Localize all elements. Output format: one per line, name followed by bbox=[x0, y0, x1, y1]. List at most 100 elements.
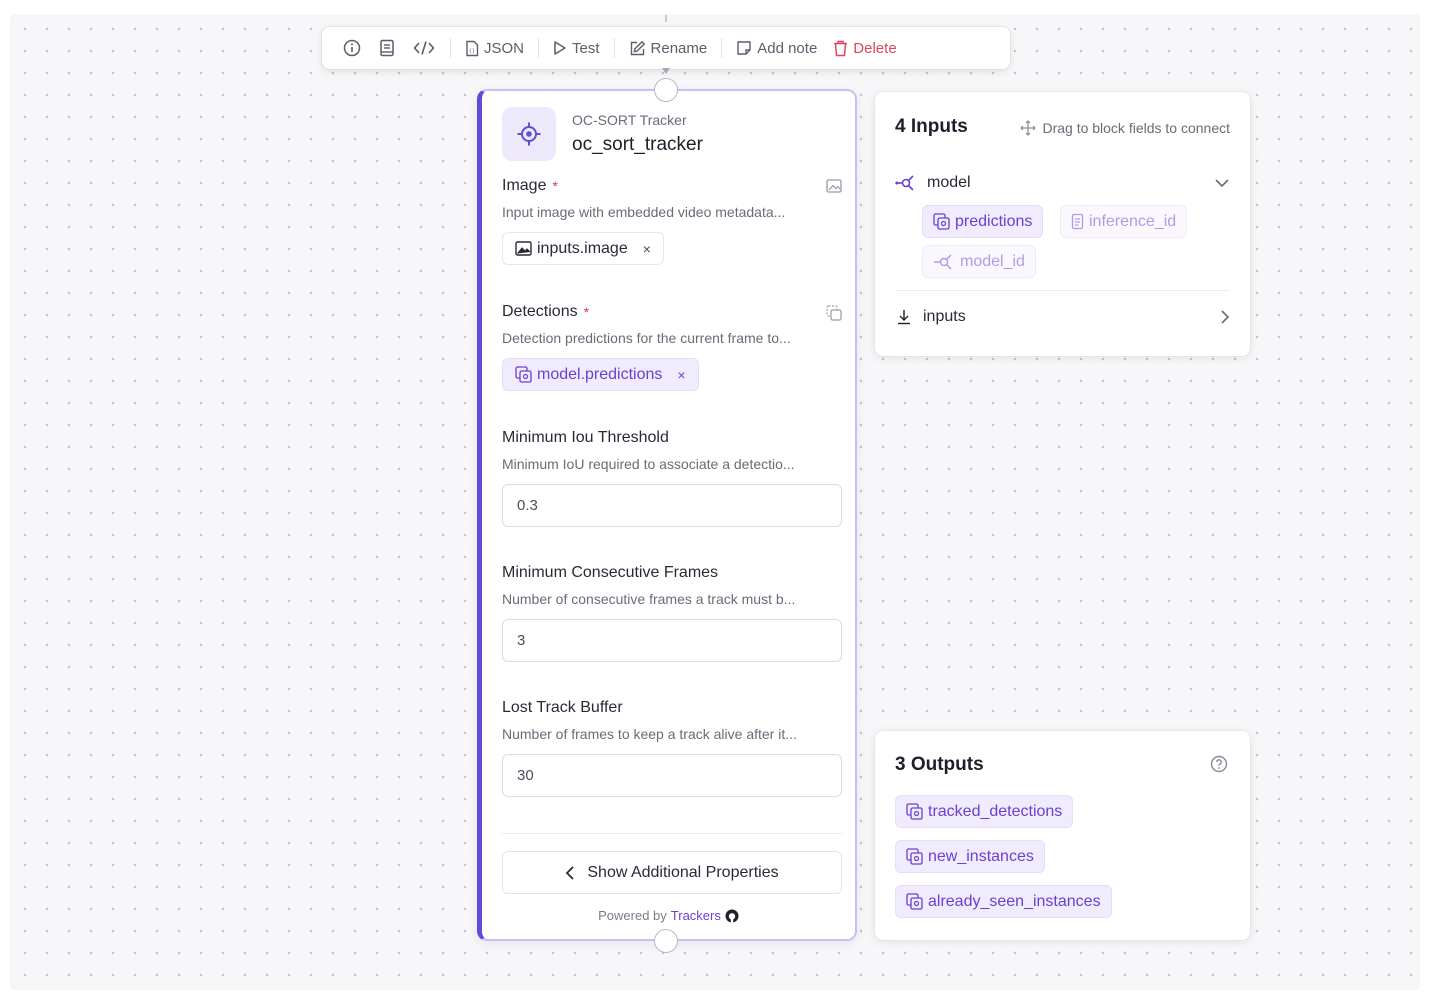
input-section-model[interactable]: model bbox=[895, 174, 1230, 192]
block-toolbar: {} JSON Test Rename Add note Delete bbox=[322, 27, 1010, 69]
output-label: new_instances bbox=[928, 847, 1034, 865]
node-name[interactable]: oc_sort_tracker bbox=[572, 134, 703, 156]
image-source-value: inputs.image bbox=[537, 239, 628, 257]
field-min-consecutive-frames: Minimum Consecutive Frames Number of con… bbox=[502, 564, 842, 662]
required-marker: * bbox=[552, 178, 558, 194]
chevron-left-icon bbox=[566, 865, 575, 880]
toolbar-divider bbox=[450, 38, 451, 58]
github-icon[interactable] bbox=[725, 909, 739, 923]
output-chip[interactable]: new_instances bbox=[895, 840, 1045, 873]
delete-button[interactable]: Delete bbox=[825, 36, 904, 61]
field-lost-track-buffer: Lost Track Buffer Number of frames to ke… bbox=[502, 699, 842, 797]
input-field-label: inference_id bbox=[1089, 212, 1177, 230]
outputs-panel-title: 3 Outputs bbox=[895, 754, 984, 775]
inputs-divider bbox=[895, 290, 1230, 291]
image-icon bbox=[515, 241, 532, 256]
detections-source-chip[interactable]: model.predictions × bbox=[502, 358, 699, 391]
input-field-label: predictions bbox=[955, 212, 1033, 230]
node-header: OC-SORT Tracker oc_sort_tracker bbox=[502, 107, 703, 161]
input-field-chip[interactable]: inference_id bbox=[1060, 205, 1188, 238]
toolbar-divider bbox=[721, 38, 723, 58]
json-button[interactable]: {} JSON bbox=[457, 36, 532, 61]
field-detections: Detections * Detection predictions for t… bbox=[502, 303, 842, 391]
field-image-label: Image bbox=[502, 177, 547, 194]
output-label: already_seen_instances bbox=[928, 892, 1101, 910]
test-button[interactable]: Test bbox=[545, 36, 608, 61]
node-type-label: OC-SORT Tracker bbox=[572, 112, 687, 128]
drag-hint: Drag to block fields to connect bbox=[1020, 120, 1230, 136]
help-icon[interactable] bbox=[1210, 755, 1228, 773]
required-marker: * bbox=[583, 304, 590, 320]
add-note-label: Add note bbox=[757, 39, 818, 57]
svg-text:{}: {} bbox=[469, 48, 475, 54]
powered-prefix: Powered by bbox=[598, 908, 667, 923]
field-min-iou-description: Minimum IoU required to associate a dete… bbox=[502, 456, 795, 472]
remove-image-source-button[interactable]: × bbox=[643, 241, 651, 257]
model-node-icon bbox=[934, 253, 952, 270]
field-lost-buffer-description: Number of frames to keep a track alive a… bbox=[502, 726, 797, 742]
field-lost-buffer-label: Lost Track Buffer bbox=[502, 699, 623, 716]
rename-label: Rename bbox=[650, 39, 708, 57]
model-node-icon bbox=[895, 175, 914, 191]
json-file-icon: {} bbox=[466, 40, 479, 56]
field-min-iou-threshold: Minimum Iou Threshold Minimum IoU requir… bbox=[502, 429, 842, 527]
download-icon bbox=[898, 310, 910, 325]
code-icon bbox=[413, 41, 435, 55]
toolbar-divider bbox=[538, 38, 540, 58]
code-button[interactable] bbox=[404, 35, 444, 61]
field-image-description: Input image with embedded video metadata… bbox=[502, 204, 786, 220]
node-output-handle[interactable] bbox=[654, 929, 678, 953]
detections-icon bbox=[933, 213, 950, 230]
input-field-chip[interactable]: model_id bbox=[922, 245, 1036, 278]
field-detections-description: Detection predictions for the current fr… bbox=[502, 330, 791, 346]
show-additional-properties-button[interactable]: Show Additional Properties bbox=[502, 851, 842, 894]
input-field-label: model_id bbox=[960, 252, 1025, 270]
inputs-panel-title: 4 Inputs bbox=[895, 116, 968, 137]
add-note-button[interactable]: Add note bbox=[728, 36, 825, 61]
docs-button[interactable] bbox=[370, 35, 404, 61]
detections-icon bbox=[906, 848, 923, 865]
rename-button[interactable]: Rename bbox=[621, 36, 716, 61]
edit-icon bbox=[630, 40, 645, 55]
input-section-inputs[interactable]: inputs bbox=[895, 308, 1230, 326]
chevron-down-icon[interactable] bbox=[1214, 178, 1230, 188]
field-image: Image * Input image with embedded video … bbox=[502, 177, 842, 265]
trackers-link[interactable]: Trackers bbox=[671, 908, 721, 923]
powered-by: Powered by Trackers bbox=[482, 908, 855, 923]
output-label: tracked_detections bbox=[928, 802, 1063, 820]
detections-icon bbox=[515, 366, 532, 383]
trash-icon bbox=[834, 40, 848, 56]
tracker-icon bbox=[502, 107, 556, 161]
outputs-panel: 3 Outputs tracked_detections new_instanc… bbox=[875, 731, 1250, 940]
input-section-inputs-label: inputs bbox=[923, 308, 966, 325]
image-source-chip[interactable]: inputs.image × bbox=[502, 232, 664, 265]
node-input-handle[interactable] bbox=[654, 78, 678, 102]
drag-hint-text: Drag to block fields to connect bbox=[1042, 120, 1230, 136]
info-icon bbox=[343, 39, 361, 57]
min-iou-input[interactable]: 0.3 bbox=[502, 484, 842, 527]
delete-label: Delete bbox=[853, 39, 897, 57]
play-icon bbox=[554, 41, 566, 55]
node-divider bbox=[502, 833, 842, 834]
image-type-icon bbox=[826, 179, 842, 193]
lost-buffer-input[interactable]: 30 bbox=[502, 754, 842, 797]
output-chip[interactable]: already_seen_instances bbox=[895, 885, 1112, 918]
detections-icon bbox=[906, 803, 923, 820]
note-icon bbox=[737, 41, 751, 55]
detections-source-value: model.predictions bbox=[537, 365, 663, 383]
output-chip[interactable]: tracked_detections bbox=[895, 795, 1074, 828]
inputs-panel: 4 Inputs Drag to block fields to connect… bbox=[875, 92, 1250, 356]
chevron-right-icon[interactable] bbox=[1220, 309, 1230, 325]
field-detections-label: Detections bbox=[502, 303, 578, 320]
input-field-chip[interactable]: predictions bbox=[922, 205, 1044, 238]
field-min-frames-label: Minimum Consecutive Frames bbox=[502, 564, 719, 581]
min-frames-input[interactable]: 3 bbox=[502, 619, 842, 662]
block-node-oc-sort-tracker[interactable]: OC-SORT Tracker oc_sort_tracker Image * … bbox=[477, 89, 857, 941]
id-icon bbox=[1071, 213, 1084, 230]
remove-detections-source-button[interactable]: × bbox=[677, 367, 685, 383]
book-icon bbox=[380, 39, 394, 57]
field-min-iou-label: Minimum Iou Threshold bbox=[502, 429, 669, 446]
info-button[interactable] bbox=[334, 35, 370, 61]
detections-type-icon bbox=[826, 305, 842, 321]
edge-connector bbox=[665, 15, 667, 22]
